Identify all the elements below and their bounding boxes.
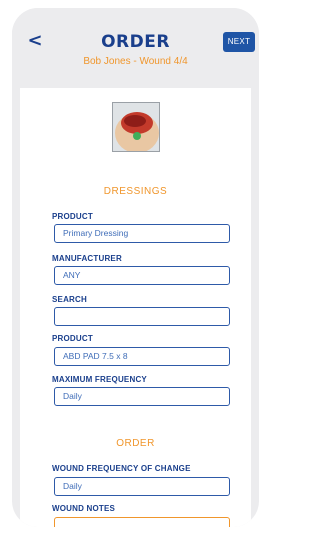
next-button[interactable]: NEXT: [223, 32, 255, 52]
maximum-frequency-select[interactable]: Daily: [54, 387, 230, 406]
manufacturer-label: MANUFACTURER: [52, 254, 122, 263]
search-input[interactable]: [54, 307, 230, 326]
patient-wound-subtitle: Bob Jones - Wound 4/4: [83, 56, 188, 67]
wound-frequency-select[interactable]: Daily: [54, 477, 230, 496]
wound-notes-input[interactable]: [54, 517, 230, 527]
product-select[interactable]: Primary Dressing: [54, 224, 230, 243]
header-bar: < ORDER Bob Jones - Wound 4/4 NEXT: [12, 8, 259, 88]
product-label: PRODUCT: [52, 212, 93, 221]
search-label: SEARCH: [52, 295, 87, 304]
order-heading: ORDER: [116, 438, 155, 449]
product-label-2: PRODUCT: [52, 334, 93, 343]
order-form: DRESSINGS PRODUCT Primary Dressing MANUF…: [20, 88, 251, 527]
dressings-heading: DRESSINGS: [103, 186, 168, 197]
wound-photo[interactable]: [112, 102, 160, 152]
maximum-frequency-label: MAXIMUM FREQUENCY: [52, 375, 147, 384]
wound-notes-label: WOUND NOTES: [52, 504, 116, 513]
product-select-2[interactable]: ABD PAD 7.5 x 8: [54, 347, 230, 366]
phone-frame: < ORDER Bob Jones - Wound 4/4 NEXT DRESS…: [12, 8, 259, 527]
wound-frequency-label: WOUND FREQUENCY OF CHANGE: [52, 464, 191, 473]
page-title: ORDER: [101, 32, 170, 52]
wound-image: [113, 103, 159, 151]
manufacturer-select[interactable]: ANY: [54, 266, 230, 285]
